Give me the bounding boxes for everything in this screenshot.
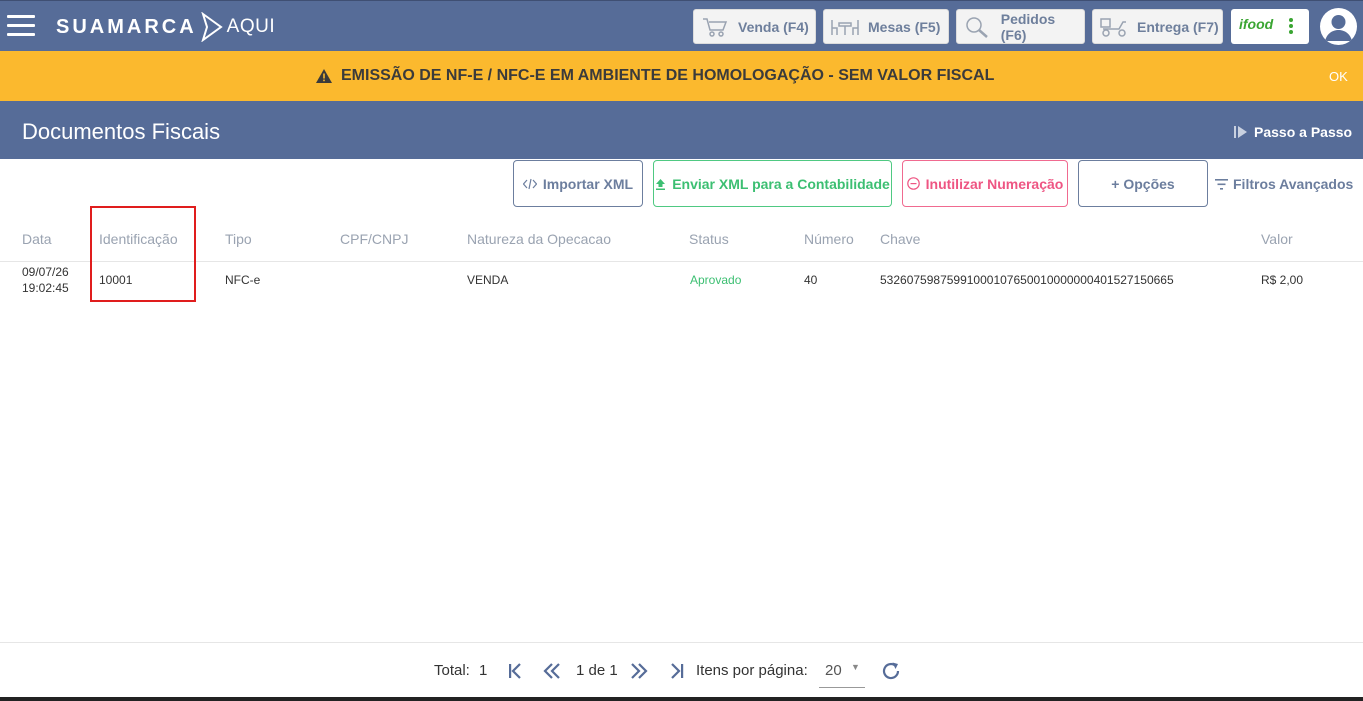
row-key: 5326075987599100010765001000000040152715… — [880, 273, 1174, 287]
column-header-valor[interactable]: Valor — [1261, 231, 1293, 247]
tables-icon — [830, 16, 860, 38]
page-header: Documentos Fiscais Passo a Passo — [0, 101, 1363, 159]
brand-name: SUAMARCA — [56, 15, 197, 38]
nav-entrega-button[interactable]: Entrega (F7) — [1092, 9, 1223, 44]
row-identification: 10001 — [99, 273, 133, 287]
column-header-data[interactable]: Data — [22, 231, 52, 247]
warning-icon — [316, 69, 332, 83]
table-header-divider — [0, 261, 1363, 262]
items-per-page-label: Itens por página: — [696, 662, 808, 679]
homologation-banner: EMISSÃO DE NF-E / NFC-E EM AMBIENTE DE H… — [0, 51, 1363, 101]
brand-suffix: AQUI — [226, 16, 276, 37]
send-xml-label: Enviar XML para a Contabilidade — [672, 175, 890, 192]
row-value: R$ 2,00 — [1261, 273, 1304, 287]
row-date: 09/07/26 — [22, 265, 69, 279]
items-per-page-select[interactable]: 20 ▼ — [819, 660, 865, 688]
upload-icon — [656, 178, 666, 190]
nav-venda-label: Venda (F4) — [738, 18, 809, 35]
row-number: 40 — [804, 273, 818, 287]
footer-divider — [0, 642, 1363, 643]
avatar[interactable] — [1320, 8, 1357, 45]
row-status: Aprovado — [690, 273, 742, 287]
banner-ok-button[interactable]: OK — [1329, 69, 1348, 84]
nav-mesas-button[interactable]: Mesas (F5) — [823, 9, 949, 44]
import-xml-button[interactable]: Importar XML — [513, 160, 643, 207]
page-title: Documentos Fiscais — [22, 119, 221, 144]
total-count: 1 — [479, 662, 488, 679]
more-options-button[interactable]: + Opções — [1078, 160, 1208, 207]
total-label: Total: — [434, 662, 470, 679]
cart-icon — [700, 16, 730, 38]
last-page-icon[interactable] — [666, 660, 688, 682]
menu-icon[interactable] — [7, 15, 35, 37]
page-info: 1 de 1 — [576, 662, 618, 679]
user-icon — [1325, 15, 1352, 41]
brand-chevron-icon — [201, 12, 223, 42]
nav-pedidos-label: Pedidos (F6) — [1000, 10, 1056, 43]
top-bar: SUAMARCA AQUI Venda (F4) Mesas (F5) Pedi… — [0, 0, 1363, 51]
filter-icon — [1215, 178, 1228, 190]
play-step-icon — [1234, 126, 1247, 138]
next-page-icon[interactable] — [628, 660, 650, 682]
column-header-identificacao[interactable]: Identificação — [99, 231, 178, 247]
step-by-step-button[interactable]: Passo a Passo — [1234, 124, 1352, 140]
column-header-tipo[interactable]: Tipo — [225, 231, 252, 247]
step-by-step-label: Passo a Passo — [1254, 124, 1353, 140]
inutilize-numbering-button[interactable]: Inutilizar Numeração — [902, 160, 1068, 207]
banner-message: EMISSÃO DE NF-E / NFC-E EM AMBIENTE DE H… — [316, 67, 994, 85]
previous-page-icon[interactable] — [541, 660, 563, 682]
nav-entrega-label: Entrega (F7) — [1137, 18, 1219, 35]
advanced-filters-button[interactable]: Filtros Avançados — [1215, 176, 1353, 192]
more-vertical-icon[interactable] — [1289, 18, 1295, 36]
banner-text: EMISSÃO DE NF-E / NFC-E EM AMBIENTE DE H… — [341, 67, 995, 84]
minus-circle-icon — [906, 177, 920, 190]
column-header-cpf-cnpj[interactable]: CPF/CNPJ — [340, 231, 408, 247]
search-orders-icon — [963, 16, 993, 38]
nav-pedidos-button[interactable]: Pedidos (F6) — [956, 9, 1085, 44]
brand-logo[interactable]: SUAMARCA AQUI — [56, 12, 275, 42]
items-per-page-value: 20 — [825, 662, 842, 679]
first-page-icon[interactable] — [504, 660, 526, 682]
refresh-icon[interactable] — [880, 660, 902, 682]
row-time: 19:02:45 — [22, 281, 69, 295]
column-header-numero[interactable]: Número — [804, 231, 854, 247]
ifood-button[interactable]: ifood — [1231, 9, 1309, 44]
send-xml-button[interactable]: Enviar XML para a Contabilidade — [653, 160, 892, 207]
window-bottom-edge — [0, 697, 1363, 701]
advanced-filters-label: Filtros Avançados — [1233, 176, 1354, 192]
row-nature: VENDA — [467, 273, 509, 287]
code-icon — [522, 178, 537, 189]
column-header-natureza[interactable]: Natureza da Opecacao — [467, 231, 611, 247]
column-header-status[interactable]: Status — [689, 231, 729, 247]
row-type: NFC-e — [225, 273, 261, 287]
delivery-scooter-icon — [1099, 16, 1129, 38]
more-options-label: + Opções — [1111, 175, 1175, 192]
nav-venda-button[interactable]: Venda (F4) — [693, 9, 816, 44]
import-xml-label: Importar XML — [542, 175, 634, 192]
inutilize-numbering-label: Inutilizar Numeração — [925, 175, 1064, 192]
chevron-down-icon: ▼ — [851, 662, 860, 672]
nav-mesas-label: Mesas (F5) — [868, 18, 941, 35]
ifood-logo: ifood — [1239, 16, 1274, 32]
highlight-box — [90, 206, 196, 302]
column-header-chave[interactable]: Chave — [880, 231, 920, 247]
